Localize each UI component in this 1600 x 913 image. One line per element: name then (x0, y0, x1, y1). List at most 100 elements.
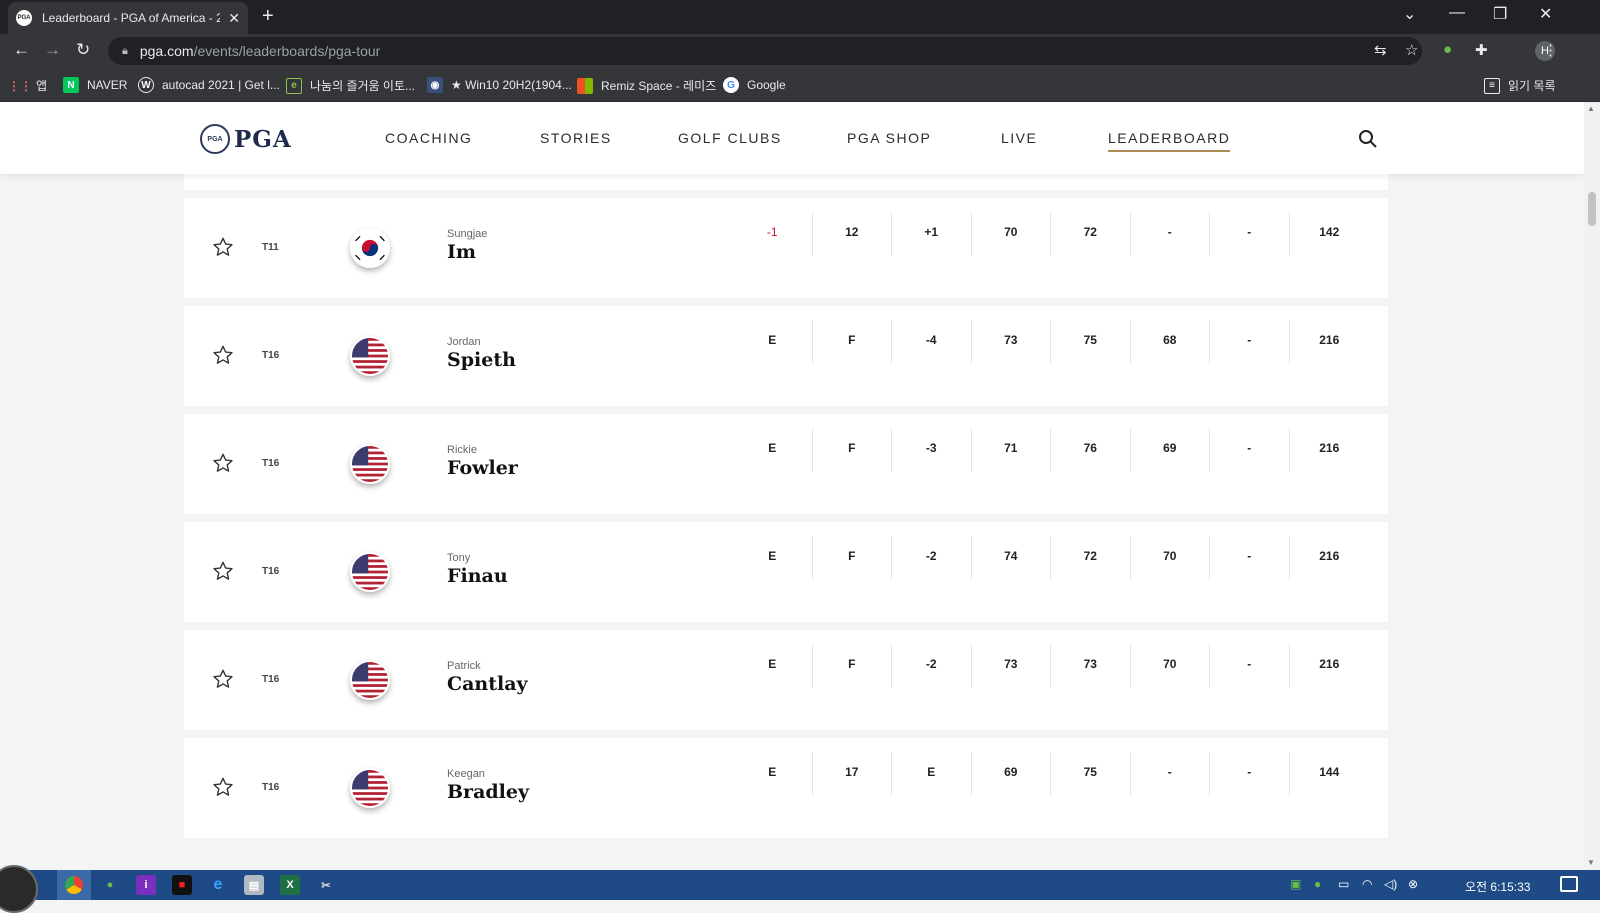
player-row[interactable]: T16 Patrick Cantlay E F -2 73 73 70-216 (184, 630, 1388, 730)
score-today: -4 (892, 320, 972, 364)
score-to-par: E (733, 320, 813, 364)
taskbar-globe-app[interactable]: ● (100, 875, 120, 895)
taskbar-media-app[interactable]: ■ (172, 875, 192, 895)
window-restore-icon[interactable]: ❐ (1493, 4, 1507, 24)
player-last-name[interactable]: Fowler (447, 457, 518, 479)
nav-coaching[interactable]: COACHING (385, 130, 472, 146)
score-r1: 70 (972, 212, 1051, 256)
favorite-star-icon[interactable] (212, 668, 234, 690)
player-row[interactable]: T16 Keegan Bradley E 17 E 69 75- -144 (184, 738, 1388, 838)
window-close-icon[interactable]: ✕ (1539, 4, 1552, 24)
player-last-name[interactable]: Im (447, 241, 476, 263)
address-bar[interactable]: 🔒︎ pga.com/events/leaderboards/pga-tour (108, 37, 1422, 65)
wifi-icon[interactable]: ◠ (1362, 877, 1372, 891)
page-scrollbar[interactable]: ▲ ▼ (1584, 102, 1600, 870)
score-to-par: E (733, 536, 813, 580)
search-icon[interactable] (1358, 129, 1378, 149)
player-last-name[interactable]: Finau (447, 565, 508, 587)
new-tab-plus-icon[interactable]: + (262, 5, 274, 28)
player-row[interactable]: T11 Sungjae Im -1 12 +1 70 72- -142 (184, 198, 1388, 298)
translate-icon[interactable]: ⇆ (1374, 41, 1387, 59)
back-arrow-icon[interactable]: ← (13, 40, 30, 60)
score-r3: 69 (1131, 428, 1210, 472)
favorite-star-icon[interactable] (212, 452, 234, 474)
player-row[interactable]: T16 Tony Finau E F -2 74 72 70- 216 (184, 522, 1388, 622)
taskbar-snipping[interactable]: ✂ (316, 875, 336, 895)
browser-toolbar: ← → ↻ 🔒︎ pga.com/events/leaderboards/pga… (0, 34, 1600, 68)
nav-pga-shop[interactable]: PGA SHOP (847, 130, 931, 146)
taskbar-explorer[interactable]: ▤ (244, 875, 264, 895)
battery-icon[interactable]: ▭ (1338, 877, 1349, 891)
score-r3: - (1131, 212, 1210, 256)
score-thru: F (813, 644, 892, 688)
pga-favicon-icon: PGA (16, 10, 32, 26)
scroll-up-arrow-icon[interactable]: ▲ (1587, 104, 1595, 113)
scroll-down-arrow-icon[interactable]: ▼ (1587, 858, 1595, 867)
browser-tab-leaderboard[interactable]: PGA Leaderboard - PGA of America - 20 ✕ (8, 2, 248, 34)
bookmark-remiz[interactable]: Remiz Space - 레미즈 (577, 77, 716, 94)
player-last-name[interactable]: Spieth (447, 349, 516, 371)
bookmark-google[interactable]: G Google (723, 77, 786, 93)
taskbar-clock[interactable]: 오전 6:15:33 (1465, 878, 1530, 895)
bookmark-apps[interactable]: ⋮⋮ 앱 (8, 77, 47, 94)
nav-golf-clubs[interactable]: GOLF CLUBS (678, 130, 782, 146)
player-last-name[interactable]: Cantlay (447, 673, 528, 695)
player-row[interactable]: T16 Rickie Fowler E F -3 71 76 69- 216 (184, 414, 1388, 514)
favorite-star-icon[interactable] (212, 560, 234, 582)
score-r2: 76 (1051, 428, 1131, 472)
reading-list[interactable]: ≡ 읽기 목록 (1484, 77, 1556, 94)
bookmark-nanum[interactable]: e 나눔의 즐거움 이토... (286, 77, 415, 94)
favorite-star-icon[interactable] (212, 344, 234, 366)
pga-seal-icon: PGA (200, 124, 230, 154)
player-last-name[interactable]: Bradley (447, 781, 529, 803)
score-r1: 74 (972, 536, 1051, 580)
favorite-star-icon[interactable] (212, 236, 234, 258)
score-thru: F (813, 428, 892, 472)
score-thru: F (813, 536, 892, 580)
bookmark-star-icon[interactable]: ☆ (1405, 41, 1418, 59)
browser-menu-icon[interactable]: ⋮ (1543, 41, 1558, 59)
no-network-x-icon[interactable]: ⊗ (1408, 877, 1418, 891)
i-app-icon: i (144, 879, 148, 891)
window-minimize-icon[interactable]: — (1449, 4, 1465, 22)
bookmark-autocad[interactable]: W autocad 2021 | Get l... (138, 77, 280, 93)
score-total: 216 (1319, 441, 1340, 455)
volume-icon[interactable]: ◁) (1384, 877, 1397, 891)
action-center-icon[interactable] (1560, 876, 1578, 892)
bookmark-win10[interactable]: ◉ ★ Win10 20H2(1904... (427, 77, 572, 93)
start-button-icon[interactable] (0, 865, 38, 913)
country-flag-icon (350, 660, 390, 700)
nav-live[interactable]: LIVE (1001, 130, 1037, 146)
bookmark-label: Remiz Space - 레미즈 (601, 79, 717, 93)
taskbar-ie[interactable]: e (208, 875, 228, 895)
url-host: pga.com (139, 43, 194, 59)
tray-globe-icon[interactable]: ● (1314, 877, 1321, 891)
extensions-puzzle-icon[interactable]: ✚ (1475, 41, 1488, 59)
scrollbar-thumb[interactable] (1588, 192, 1596, 226)
score-to-par: E (733, 644, 813, 688)
nav-stories[interactable]: STORIES (540, 130, 612, 146)
tray-app-icon[interactable]: ▣ (1290, 877, 1301, 891)
score-cells: E F -2 73 73 70-216 (733, 644, 1369, 688)
reload-icon[interactable]: ↻ (76, 40, 90, 60)
score-cells: E F -2 74 72 70- 216 (733, 536, 1369, 580)
windows-taskbar: ● i ■ e ▤ X ✂ ▣ ● ▭ ◠ ◁) ⊗ 오전 6:15:33 (0, 865, 1600, 913)
forward-arrow-icon[interactable]: → (44, 40, 61, 60)
lock-icon: 🔒︎ (122, 44, 128, 57)
tab-search-chevron-icon[interactable]: ⌄ (1403, 4, 1416, 24)
favorite-star-icon[interactable] (212, 776, 234, 798)
taskbar-chrome[interactable] (57, 870, 91, 900)
taskbar-i-app[interactable]: i (136, 875, 156, 895)
score-r4: - (1210, 428, 1290, 472)
nav-leaderboard[interactable]: LEADERBOARD (1108, 130, 1231, 152)
player-position: T16 (262, 566, 280, 577)
player-row[interactable]: T16 Jordan Spieth E F -4 73 75 68- 216 (184, 306, 1388, 406)
score-r2: 73 (1051, 644, 1131, 688)
pga-logo[interactable]: PGA PGA (200, 124, 292, 154)
taskbar-excel[interactable]: X (280, 875, 300, 895)
bookmark-naver[interactable]: N NAVER (63, 77, 127, 93)
extension-globe-icon[interactable]: ● (1443, 41, 1452, 58)
browser-tab-strip: PGA Leaderboard - PGA of America - 20 ✕ … (0, 0, 1600, 34)
tab-close-icon[interactable]: ✕ (228, 10, 240, 27)
score-r4: - (1210, 644, 1290, 688)
